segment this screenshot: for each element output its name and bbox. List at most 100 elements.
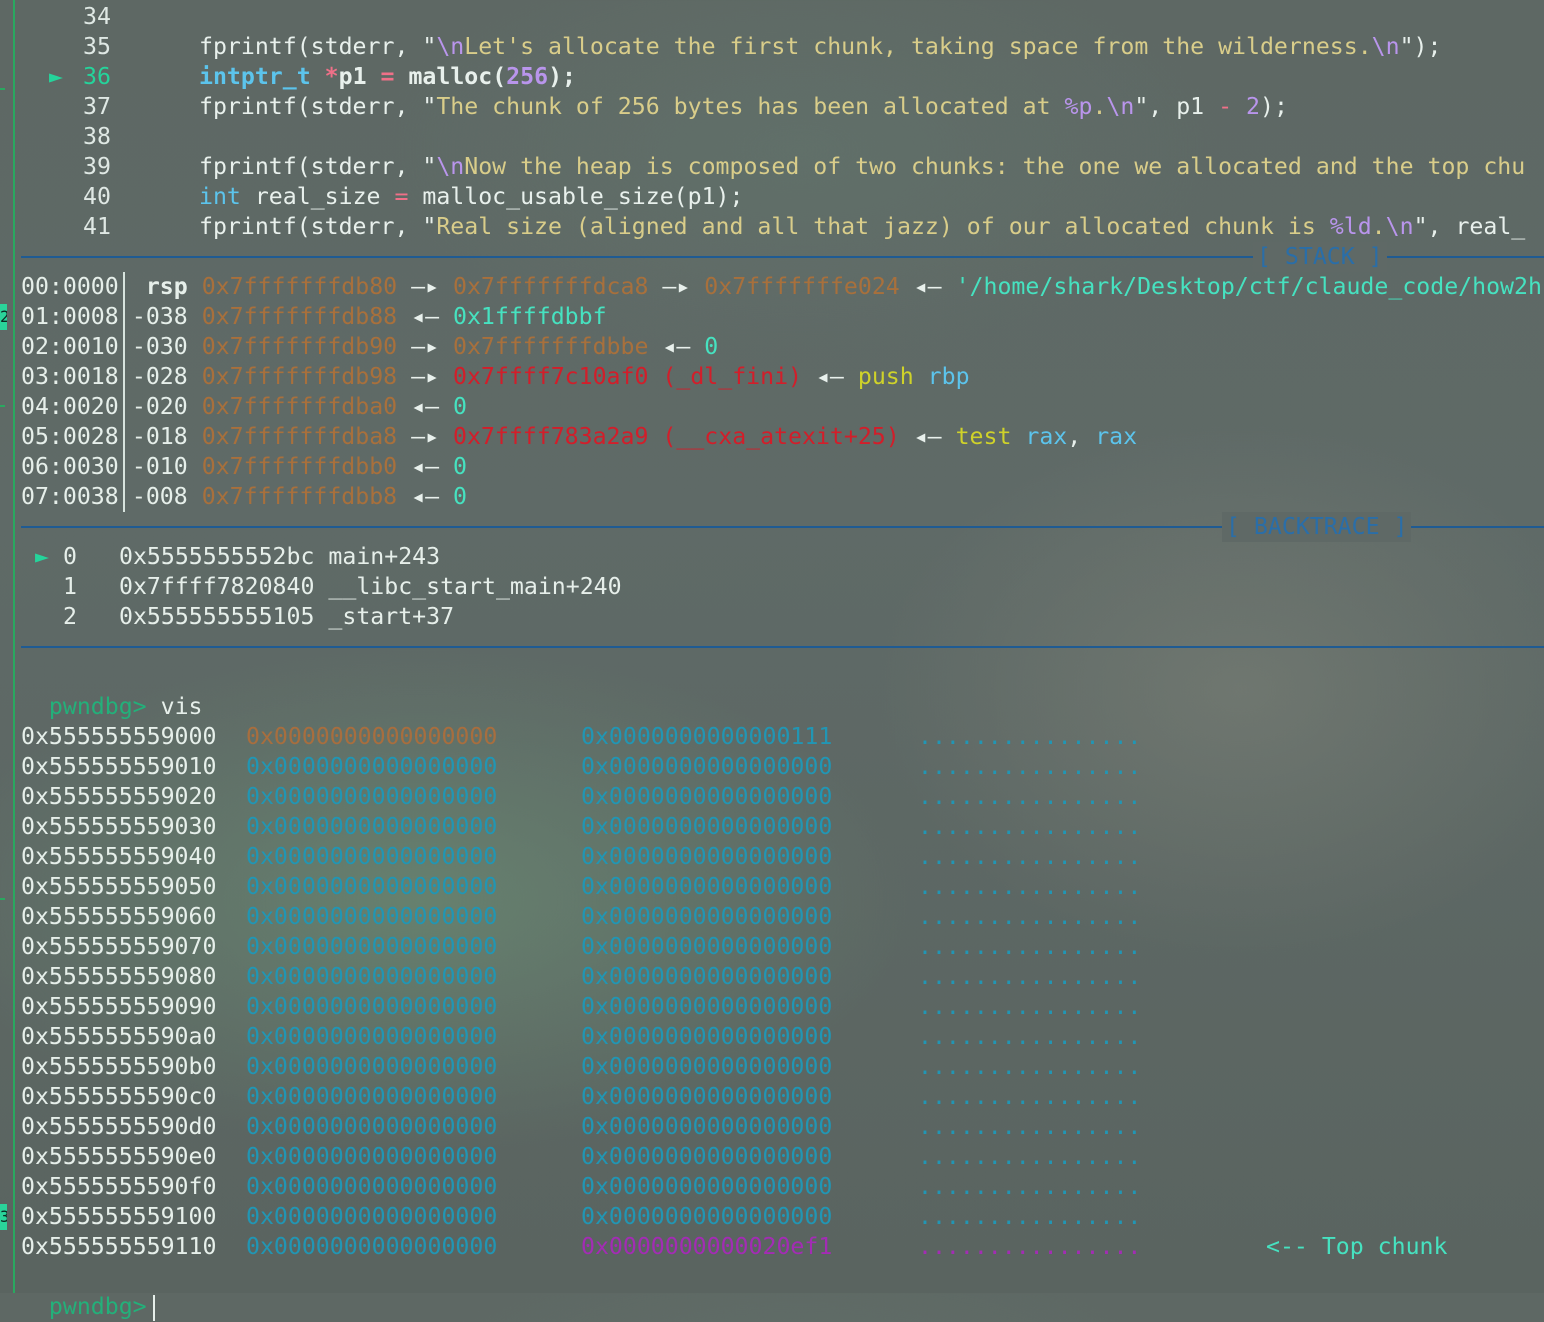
heap-ascii: ................ <box>918 873 1142 900</box>
command-line[interactable]: pwndbg> vis <box>21 662 203 720</box>
line-number: 38 <box>83 123 111 150</box>
code-token: 0 <box>453 393 467 420</box>
backtrace-frame[interactable]: 1 0x7ffff7820840 __libc_start_main+240 <box>21 572 622 602</box>
source-code: fprintf(stderr, "Real size (aligned and … <box>199 213 1525 240</box>
source-line: 40 int real_size = malloc_usable_size(p1)… <box>21 182 743 212</box>
line-number: 40 <box>83 183 111 210</box>
frame-marker: ► <box>35 543 49 570</box>
code-token: '/home/shark/Desktop/ctf/claude_code/how… <box>955 273 1542 300</box>
code-token: —▸ <box>397 363 453 390</box>
frame-index: 2 <box>63 603 77 630</box>
backtrace-frame[interactable]: ► 0 0x5555555552bc main+243 <box>21 542 440 572</box>
line-number: 34 <box>83 3 111 30</box>
code-token: 0x7fffffffdbb0 <box>201 453 398 480</box>
code-token: ); <box>1260 93 1288 120</box>
heap-qword: 0x0000000000000000 <box>581 813 833 840</box>
code-token: ◂— <box>899 423 956 450</box>
code-token: 0 <box>453 453 467 480</box>
heap-qword: 0x0000000000000000 <box>581 1113 833 1140</box>
code-token: 0x7ffff783a2a9 (__cxa_atexit+25) <box>453 423 900 450</box>
code-token: 0x7fffffffdba0 <box>201 393 398 420</box>
heap-row: 0x5555555590e0 0x0000000000000000 0x000000… <box>21 1142 1521 1172</box>
code-token: \n <box>1371 33 1400 60</box>
command-separator <box>21 646 1544 648</box>
stack-divider <box>122 272 125 302</box>
heap-qword: 0x0000000000000000 <box>581 753 833 780</box>
heap-qword: 0x0000000000000000 <box>246 783 498 810</box>
stack-offset: -018 <box>131 423 188 450</box>
line-number: 41 <box>83 213 111 240</box>
gutter-mark: 2 <box>0 304 7 330</box>
heap-address: 0x555555559040 <box>21 843 217 870</box>
terminal-gutter <box>13 0 15 1293</box>
stack-row: 00:0000 rsp 0x7fffffffdb80 —▸ 0x7fffffffd… <box>21 272 1542 302</box>
code-token: fprintf(stderr, " <box>199 93 437 120</box>
command-text: vis <box>160 693 203 720</box>
heap-qword: 0x0000000000000000 <box>246 723 498 750</box>
heap-qword: 0x0000000000000000 <box>246 1173 498 1200</box>
code-token: \n <box>436 153 465 180</box>
heap-qword: 0x0000000000000000 <box>246 1203 498 1230</box>
code-token: malloc_usable_size(p1); <box>408 183 744 210</box>
input-prompt-line[interactable]: pwndbg> <box>21 1262 155 1321</box>
heap-qword: 0x0000000000020ef1 <box>581 1233 833 1260</box>
heap-qword: 0x0000000000000000 <box>246 873 498 900</box>
heap-address: 0x555555559070 <box>21 933 217 960</box>
heap-qword: 0x0000000000000000 <box>581 933 833 960</box>
stack-index: 02:0010 <box>21 333 119 360</box>
code-token: 0x1ffffdbbf <box>453 303 607 330</box>
code-token: 0x7fffffffdbbe <box>453 333 649 360</box>
frame-address: 0x5555555552bc <box>119 543 315 570</box>
stack-row: 02:0010 -030 0x7fffffffdb90 —▸ 0x7fffffff… <box>21 332 718 362</box>
heap-address: 0x5555555590e0 <box>21 1143 217 1170</box>
heap-row: 0x555555559030 0x0000000000000000 0x000000… <box>21 812 1521 842</box>
frame-symbol: main+243 <box>328 543 441 570</box>
code-token: * <box>324 63 339 90</box>
heap-ascii: ................ <box>918 1053 1142 1080</box>
heap-address: 0x555555559030 <box>21 813 217 840</box>
code-token: intptr_t <box>199 63 311 90</box>
heap-qword: 0x0000000000000000 <box>581 1083 833 1110</box>
heap-row: 0x5555555590f0 0x0000000000000000 0x000000… <box>21 1172 1521 1202</box>
heap-address: 0x555555559010 <box>21 753 217 780</box>
heap-ascii: ................ <box>918 1233 1142 1260</box>
stack-divider <box>122 452 125 482</box>
heap-address: 0x5555555590d0 <box>21 1113 217 1140</box>
prompt-label: pwndbg> <box>48 1293 147 1320</box>
gutter-tick <box>0 88 5 90</box>
code-token: . <box>1371 213 1386 240</box>
stack-index: 00:0000 <box>21 273 119 300</box>
stack-index: 06:0030 <box>21 453 119 480</box>
source-line: ► 36 intptr_t *p1 = malloc(256); <box>21 62 576 92</box>
heap-ascii: ................ <box>918 753 1142 780</box>
heap-ascii: ................ <box>918 1203 1142 1230</box>
code-token: test <box>955 423 1012 450</box>
heap-address: 0x555555559100 <box>21 1203 217 1230</box>
code-token: 0x7fffffffe024 <box>704 273 900 300</box>
code-token: %p <box>1064 93 1093 120</box>
heap-ascii: ................ <box>918 963 1142 990</box>
heap-address: 0x555555559060 <box>21 903 217 930</box>
heap-ascii: ................ <box>918 1083 1142 1110</box>
code-token: 0x7fffffffdca8 <box>453 273 649 300</box>
gutter-tick <box>0 898 5 900</box>
heap-ascii: ................ <box>918 843 1142 870</box>
heap-qword: 0x0000000000000000 <box>246 1113 498 1140</box>
code-token: fprintf(stderr, " <box>199 153 437 180</box>
heap-qword: 0x0000000000000000 <box>581 1053 833 1080</box>
heap-qword: 0x0000000000000000 <box>581 1143 833 1170</box>
line-number: 37 <box>83 93 111 120</box>
code-token: p1 <box>338 63 367 90</box>
stack-row: 04:0020 -020 0x7fffffffdba0 ◂— 0 <box>21 392 467 422</box>
stack-divider <box>122 302 125 332</box>
stack-divider <box>122 332 125 362</box>
code-token: \n <box>1385 213 1414 240</box>
code-token: 2 <box>1246 93 1261 120</box>
code-token: —▸ <box>397 423 453 450</box>
backtrace-frame[interactable]: 2 0x555555555105 _start+37 <box>21 602 454 632</box>
heap-qword: 0x0000000000000000 <box>246 1083 498 1110</box>
source-code: int real_size = malloc_usable_size(p1); <box>199 183 743 210</box>
heap-address: 0x555555559080 <box>21 963 217 990</box>
